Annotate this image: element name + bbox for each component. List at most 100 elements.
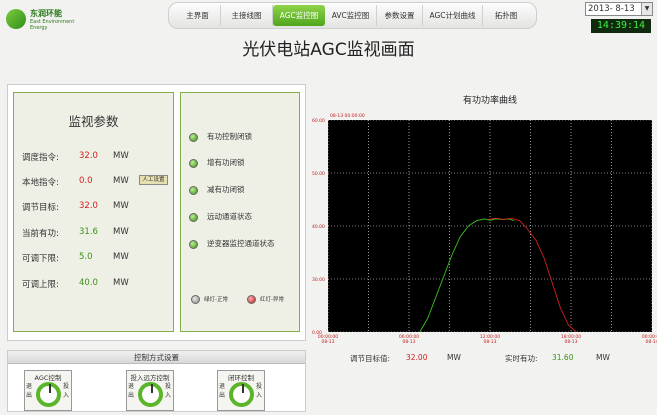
param-label: 可调上限:	[22, 280, 59, 290]
x-tick-label: 08-13	[402, 339, 415, 345]
tab-main[interactable]: 主界面	[175, 5, 221, 26]
switch-label: AGC控制	[34, 374, 62, 382]
date-picker[interactable]: 2013- 8-13 ▼	[585, 2, 653, 16]
legend-label: 绿灯-正常	[204, 297, 228, 303]
power-curve-chart: 60.0050.0040.0030.000.0008-13 00:00:0000…	[312, 113, 657, 345]
y-tick-label: 50.00	[312, 171, 325, 177]
legend-label: 红灯-异常	[260, 297, 284, 303]
status-light-icon	[189, 239, 198, 249]
rotary-knob-icon[interactable]	[36, 382, 61, 407]
param-value: 32.0	[79, 151, 98, 161]
param-row: 可调下限: 5.0 MW	[22, 252, 172, 264]
legend-abnormal: 红灯-异常	[247, 295, 284, 304]
y-tick-label: 40.00	[312, 224, 325, 230]
logo-name-cn: 东润环能	[30, 9, 62, 18]
param-unit: MW	[113, 252, 129, 262]
param-value: 31.6	[79, 227, 98, 237]
status-label: 有功控制闭锁	[207, 132, 252, 141]
status-item: 逆变器监控通道状态	[189, 238, 275, 250]
param-value: 0.0	[79, 176, 93, 186]
param-unit: MW	[113, 201, 129, 211]
status-light-icon	[189, 158, 198, 168]
status-label: 逆变器监控通道状态	[207, 239, 275, 248]
param-unit: MW	[113, 176, 129, 186]
status-item: 有功控制闭锁	[189, 131, 252, 143]
x-tick-label: 08-14	[645, 339, 657, 345]
switch-on-label: 投入	[256, 383, 263, 399]
actual-value: 31.60	[552, 353, 574, 362]
rotary-knob-icon[interactable]	[138, 382, 163, 407]
switch-on-label: 投入	[63, 383, 70, 399]
x-tick-label: 08-13	[321, 339, 334, 345]
closed-loop-switch[interactable]: 闭环控制 退出 投入	[217, 370, 265, 411]
tab-wiring[interactable]: 主接线图	[221, 5, 273, 26]
tab-topology[interactable]: 拓扑图	[483, 5, 529, 26]
tab-params[interactable]: 参数设置	[377, 5, 423, 26]
param-label: 当前有功:	[22, 229, 59, 239]
tab-agc-monitor[interactable]: AGC监控图	[273, 5, 325, 26]
main-nav: 主界面 主接线图 AGC监控图 AVC监控图 参数设置 AGC计划曲线 拓扑图	[168, 2, 537, 29]
switch-label: 闭环控制	[228, 374, 254, 382]
rotary-knob-icon[interactable]	[229, 382, 254, 407]
control-panel: 控制方式设置 AGC控制 退出 投入 投入远方控制 退出 投入 闭环控制 退出 …	[7, 350, 306, 412]
tab-agc-plan[interactable]: AGC计划曲线	[423, 5, 483, 26]
param-value: 32.0	[79, 201, 98, 211]
params-title: 监视参数	[68, 114, 119, 129]
param-row: 调度指令: 32.0 MW	[22, 151, 172, 163]
y-tick-label: 60.00	[312, 118, 325, 124]
status-item: 增有功闭锁	[189, 157, 245, 169]
params-panel: 监视参数 调度指令: 32.0 MW 本地指令: 0.0 MW 人工设置 调节目标: 32.…	[13, 92, 174, 332]
date-value: 2013- 8-13	[588, 4, 635, 14]
param-unit: MW	[113, 278, 129, 288]
top-time-label: 08-13 00:00:00	[330, 113, 365, 119]
status-light-icon	[189, 185, 198, 195]
switch-off-label: 退出	[26, 383, 33, 399]
param-unit: MW	[113, 151, 129, 161]
company-logo: 东润环能 East Environment Energy	[6, 6, 76, 34]
status-item: 减有功闭锁	[189, 184, 245, 196]
param-row: 本地指令: 0.0 MW 人工设置	[22, 175, 172, 188]
switch-off-label: 退出	[219, 383, 226, 399]
param-label: 本地指令:	[22, 178, 59, 188]
actual-unit: MW	[596, 353, 610, 362]
clock-display: 14:39:14	[591, 19, 651, 33]
logo-en-line2: Energy	[30, 25, 48, 31]
chart-title: 有功功率曲线	[462, 96, 517, 106]
switch-label: 投入远方控制	[130, 374, 170, 382]
status-label: 减有功闭锁	[207, 185, 245, 194]
param-label: 可调下限:	[22, 254, 59, 264]
page-title: 光伏电站AGC监视画面	[242, 40, 415, 60]
param-row: 调节目标: 32.0 MW	[22, 201, 172, 213]
logo-name-en: East Environment Energy	[30, 19, 74, 31]
x-tick-label: 08-13	[483, 339, 496, 345]
x-tick-label: 08-13	[564, 339, 577, 345]
tab-avc-monitor[interactable]: AVC监控图	[325, 5, 377, 26]
param-unit: MW	[113, 227, 129, 237]
param-label: 调节目标:	[22, 203, 59, 213]
switch-on-label: 投入	[165, 383, 172, 399]
agc-control-switch[interactable]: AGC控制 退出 投入	[24, 370, 72, 411]
status-item: 远动通道状态	[189, 211, 252, 223]
param-row: 可调上限: 40.0 MW	[22, 278, 172, 290]
param-row: 当前有功: 31.6 MW	[22, 227, 172, 239]
switch-off-label: 退出	[128, 383, 135, 399]
gray-light-icon	[191, 295, 200, 304]
param-label: 调度指令:	[22, 153, 59, 163]
chevron-down-icon[interactable]: ▼	[641, 3, 652, 15]
y-tick-label: 30.00	[312, 277, 325, 283]
param-value: 5.0	[79, 252, 93, 262]
legend-normal: 绿灯-正常	[191, 295, 228, 304]
control-title: 控制方式设置	[8, 351, 305, 364]
target-label: 调节目标值:	[350, 354, 391, 363]
status-light-icon	[189, 132, 198, 142]
status-label: 远动通道状态	[207, 212, 252, 221]
target-unit: MW	[447, 353, 461, 362]
remote-control-switch[interactable]: 投入远方控制 退出 投入	[126, 370, 174, 411]
target-value: 32.00	[406, 353, 428, 362]
status-label: 增有功闭锁	[207, 158, 245, 167]
logo-mark-icon	[6, 9, 26, 29]
status-light-icon	[189, 212, 198, 222]
param-value: 40.0	[79, 278, 98, 288]
manual-set-button[interactable]: 人工设置	[139, 175, 168, 185]
actual-label: 实时有功:	[505, 354, 538, 363]
